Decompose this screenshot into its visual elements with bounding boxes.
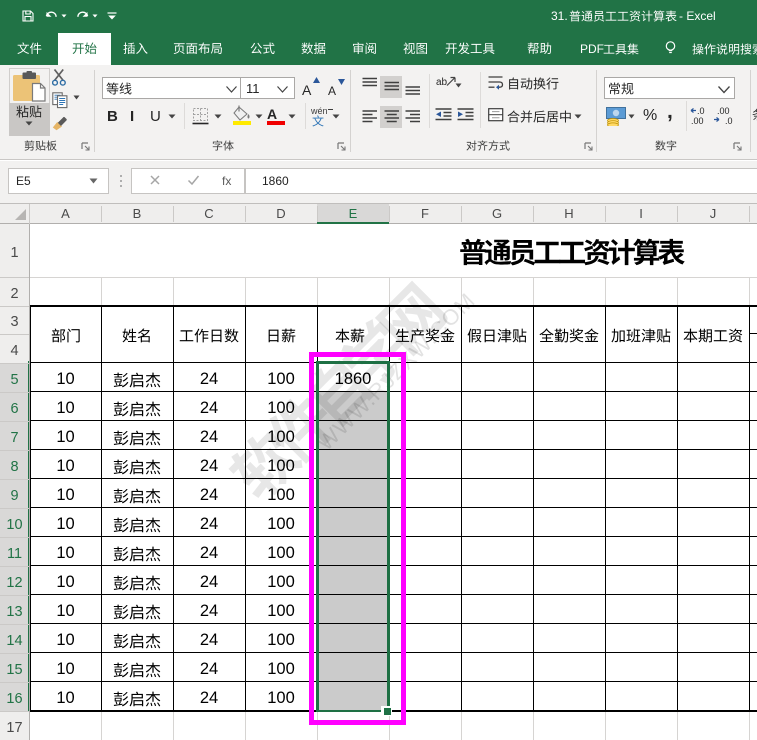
svg-text:.0: .0 xyxy=(725,116,733,126)
svg-text:.00: .00 xyxy=(691,116,704,126)
svg-text:.0: .0 xyxy=(697,106,705,116)
svg-text:.00: .00 xyxy=(717,106,730,116)
